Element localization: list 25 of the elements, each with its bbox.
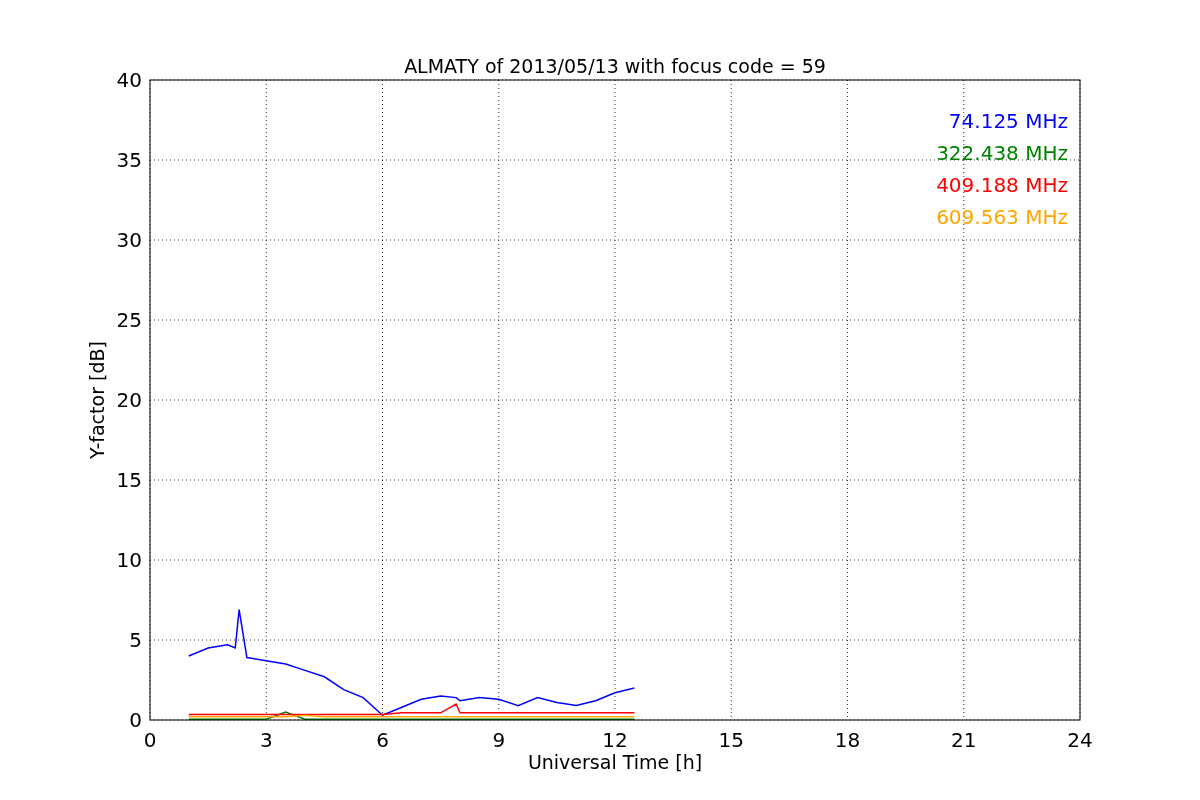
y-axis-label: Y-factor [dB] <box>86 341 108 459</box>
chart-title: ALMATY of 2013/05/13 with focus code = 59 <box>404 55 826 77</box>
x-tick-label: 0 <box>143 728 157 752</box>
x-tick-label: 9 <box>492 728 506 752</box>
x-tick-label: 21 <box>951 728 977 752</box>
y-tick-label: 25 <box>116 308 142 332</box>
x-tick-label: 24 <box>1067 728 1093 752</box>
y-tick-label: 5 <box>129 628 142 652</box>
y-tick-label: 20 <box>116 388 142 412</box>
legend-label: 409.188 MHz <box>936 173 1068 197</box>
legend-label: 322.438 MHz <box>936 141 1068 165</box>
x-tick-label: 18 <box>834 728 861 752</box>
x-tick-label: 15 <box>718 728 744 752</box>
x-tick-label: 12 <box>602 728 628 752</box>
x-axis-label: Universal Time [h] <box>527 751 703 773</box>
y-tick-label: 30 <box>116 228 142 252</box>
y-tick-label: 10 <box>116 548 142 572</box>
y-tick-label: 15 <box>116 468 142 492</box>
x-tick-label: 3 <box>259 728 273 752</box>
y-tick-label: 35 <box>116 148 142 172</box>
y-tick-label: 40 <box>116 68 142 92</box>
legend-label: 74.125 MHz <box>948 109 1068 133</box>
x-tick-label: 6 <box>376 728 389 752</box>
y-tick-label: 0 <box>129 708 142 732</box>
legend-label: 609.563 MHz <box>936 205 1068 229</box>
